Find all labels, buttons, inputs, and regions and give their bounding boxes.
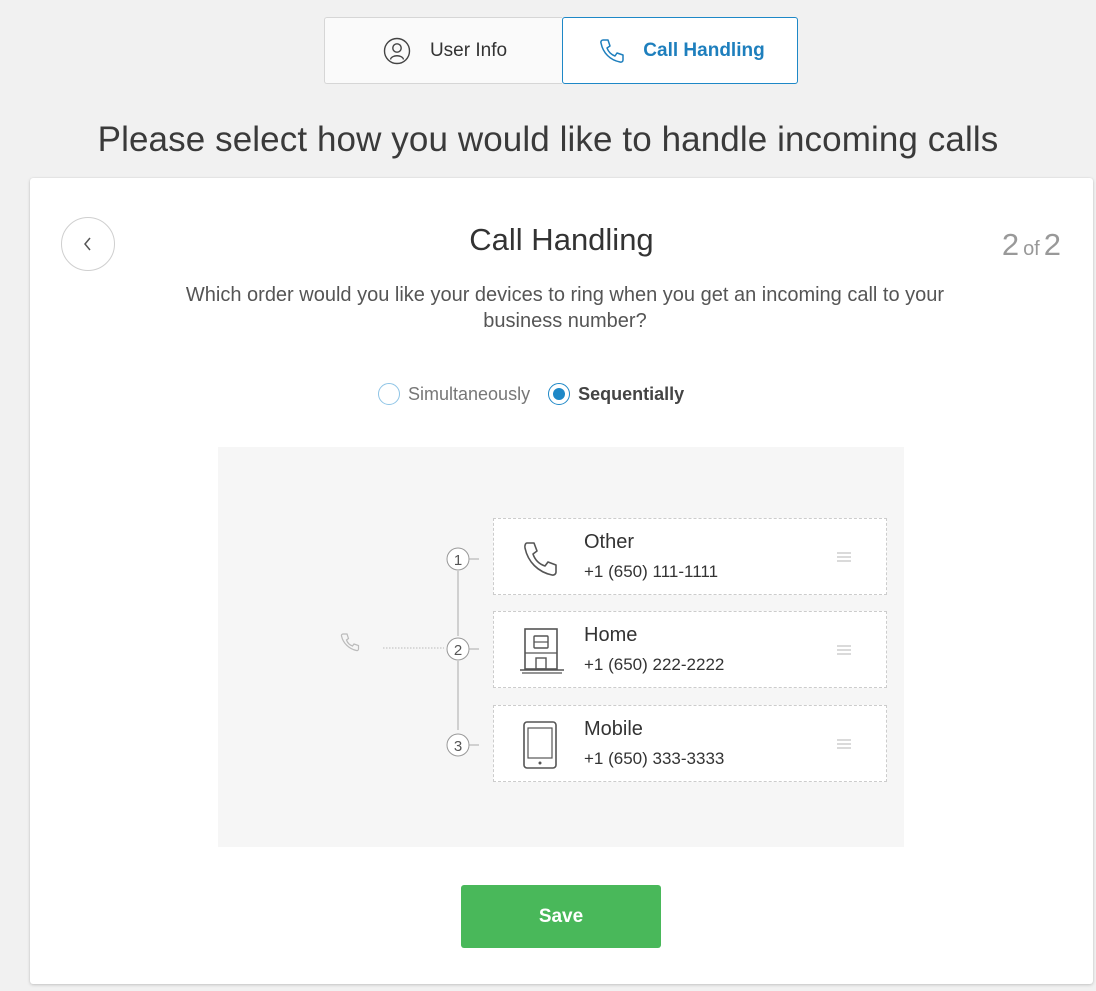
order-number: 1: [454, 552, 462, 569]
radio-simultaneously[interactable]: Simultaneously: [378, 383, 530, 405]
tab-call-handling[interactable]: Call Handling: [562, 17, 798, 84]
device-row-other[interactable]: Other +1 (650) 111-1111: [493, 518, 887, 595]
ring-order-diagram: 1 2 3 Other +1 (650) 111-1111 Home +1 (6…: [218, 447, 904, 847]
drag-handle-icon[interactable]: [836, 640, 852, 660]
save-button[interactable]: Save: [461, 885, 661, 948]
radio-circle: [548, 383, 571, 405]
device-name: Home: [584, 624, 638, 646]
device-number: +1 (650) 333-3333: [584, 749, 725, 768]
tab-label: Call Handling: [643, 39, 765, 61]
order-marker: 3: [446, 733, 479, 757]
mobile-icon: [518, 720, 568, 770]
phone-icon: [518, 533, 568, 583]
device-number: +1 (650) 111-1111: [584, 562, 719, 581]
wizard-tabs: User Info Call Handling: [324, 17, 798, 84]
user-icon: [380, 34, 414, 68]
drag-handle-icon[interactable]: [836, 734, 852, 754]
order-number: 2: [454, 642, 462, 659]
call-handling-card: Call Handling 2 of 2 Which order would you…: [30, 178, 1093, 984]
tab-label: User Info: [429, 39, 508, 61]
order-marker: 2: [446, 637, 479, 661]
drag-handle-icon[interactable]: [836, 547, 852, 567]
device-row-home[interactable]: Home +1 (650) 222-2222: [493, 611, 887, 688]
tab-user-info[interactable]: User Info: [324, 17, 562, 84]
order-marker: 1: [446, 547, 479, 571]
step-current: 2: [1001, 227, 1020, 262]
step-of: of: [1023, 238, 1040, 260]
ring-mode-options: Simultaneously Sequentially: [378, 383, 684, 405]
house-icon: [518, 626, 568, 676]
phone-icon: [595, 34, 629, 68]
device-name: Mobile: [584, 718, 643, 740]
step-total: 2: [1043, 227, 1061, 262]
ring-order-question: Which order would you like your devices …: [185, 284, 945, 332]
device-number: +1 (650) 222-2222: [584, 655, 725, 674]
incoming-call-icon: [340, 633, 360, 652]
card-title: Call Handling: [469, 222, 654, 257]
radio-sequentially[interactable]: Sequentially: [548, 383, 684, 405]
order-number: 3: [454, 738, 462, 755]
radio-label: Simultaneously: [408, 383, 531, 404]
radio-circle: [378, 383, 400, 405]
step-indicator: 2 of 2: [1002, 227, 1061, 263]
radio-label: Sequentially: [578, 383, 685, 404]
device-row-mobile[interactable]: Mobile +1 (650) 333-3333: [493, 705, 887, 782]
page-headline: Please select how you would like to hand…: [97, 120, 999, 159]
device-name: Other: [584, 531, 635, 553]
